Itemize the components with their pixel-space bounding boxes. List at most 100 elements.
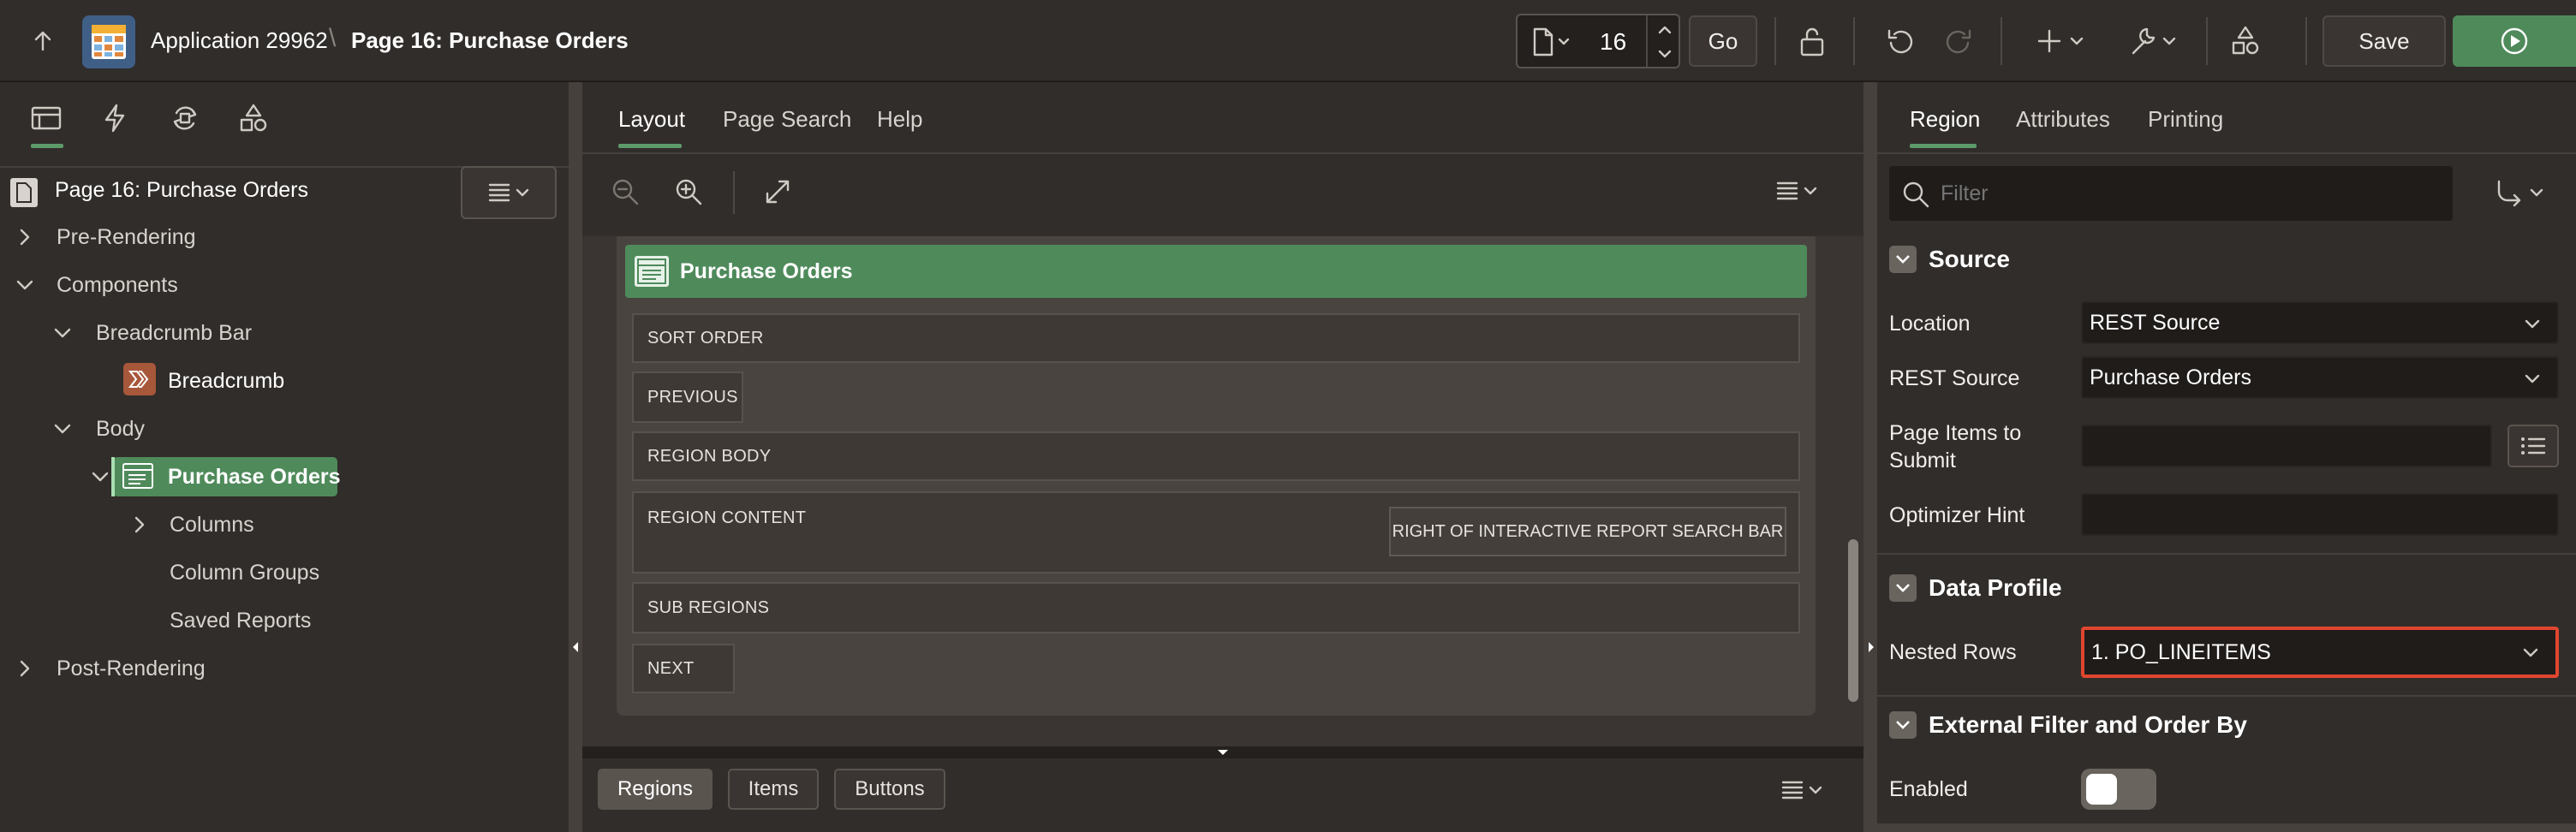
dynamic-actions-tab-icon[interactable] <box>99 103 130 134</box>
tree-node-components[interactable]: Components <box>0 264 569 306</box>
tree-page-title[interactable]: Page 16: Purchase Orders <box>55 178 308 203</box>
region-title: Purchase Orders <box>680 259 853 283</box>
tab-region[interactable]: Region <box>1910 106 1980 133</box>
tree-label: Saved Reports <box>170 608 312 633</box>
search-icon <box>1903 181 1929 208</box>
page-decrement-icon[interactable] <box>1655 46 1675 62</box>
play-icon <box>2501 27 2528 55</box>
slot-label: SORT ORDER <box>647 328 764 348</box>
undo-icon[interactable] <box>1877 19 1922 63</box>
region-purchase-orders-header[interactable]: Purchase Orders <box>625 245 1807 298</box>
tree-node-post-rendering[interactable]: Post-Rendering <box>0 647 569 690</box>
slot-label: REGION CONTENT <box>647 508 807 527</box>
application-name-link[interactable]: Application 29962 <box>151 27 328 54</box>
gallery-tab-regions[interactable]: Regions <box>598 769 713 810</box>
list-picker-button[interactable] <box>2507 425 2559 467</box>
breadcrumb-region-icon <box>123 363 156 395</box>
rendering-tab-icon[interactable] <box>29 103 63 134</box>
rest-source-select[interactable]: Purchase Orders <box>2081 356 2559 399</box>
enabled-toggle[interactable] <box>2081 769 2156 810</box>
tab-attributes[interactable]: Attributes <box>2016 106 2110 133</box>
run-page-button[interactable] <box>2453 15 2576 67</box>
right-pane-splitter[interactable] <box>1863 82 1877 832</box>
section-source-header[interactable]: Source <box>1889 243 2010 276</box>
tree-node-purchase-orders[interactable]: Purchase Orders <box>0 455 569 498</box>
slot-next[interactable]: NEXT <box>632 644 735 693</box>
slot-sub-regions[interactable]: SUB REGIONS <box>632 582 1800 633</box>
utilities-wrench-icon[interactable] <box>2124 19 2185 63</box>
hamburger-menu-icon <box>488 183 529 202</box>
application-icon[interactable] <box>82 15 135 68</box>
page-items-to-submit-input[interactable] <box>2081 425 2492 467</box>
shared-components-icon[interactable] <box>2223 19 2268 63</box>
create-menu-icon[interactable] <box>2031 19 2093 63</box>
tree-node-saved-reports[interactable]: Saved Reports <box>0 599 569 642</box>
expand-icon[interactable] <box>762 176 793 207</box>
slot-right-of-ir-search-bar[interactable]: RIGHT OF INTERACTIVE REPORT SEARCH BAR <box>1389 507 1786 556</box>
tree-label: Post-Rendering <box>57 656 206 680</box>
lock-page-icon[interactable] <box>1790 19 1834 63</box>
property-filter <box>1889 166 2453 221</box>
page-icon[interactable] <box>1530 27 1571 56</box>
slot-previous[interactable]: PREVIOUS <box>632 371 743 423</box>
zoom-out-icon[interactable] <box>610 176 641 207</box>
section-data-profile-header[interactable]: Data Profile <box>1889 572 2062 604</box>
save-button[interactable]: Save <box>2323 15 2446 67</box>
gallery-menu-icon[interactable] <box>1776 777 1828 803</box>
left-pane-splitter[interactable] <box>569 82 582 832</box>
tree-node-breadcrumb[interactable]: Breadcrumb <box>0 360 569 402</box>
collapse-icon <box>1889 711 1917 739</box>
tab-page-search[interactable]: Page Search <box>723 106 851 133</box>
gallery-tab-items[interactable]: Items <box>728 769 819 810</box>
tree-node-breadcrumb-bar[interactable]: Breadcrumb Bar <box>0 312 569 354</box>
page-number-input[interactable]: 16 <box>1600 28 1626 56</box>
collapse-icon <box>1889 574 1917 602</box>
navigate-up-icon[interactable] <box>21 19 65 63</box>
collapse-right-icon <box>1869 642 1874 652</box>
list-icon <box>2521 437 2546 455</box>
go-button[interactable]: Go <box>1689 15 1757 67</box>
section-title: External Filter and Order By <box>1929 711 2247 738</box>
nested-rows-select[interactable]: 1. PO_LINEITEMS <box>2081 627 2559 678</box>
processing-tab-icon[interactable] <box>168 103 202 134</box>
optimizer-hint-input[interactable] <box>2081 493 2559 536</box>
section-external-filter-header[interactable]: External Filter and Order By <box>1889 709 2247 741</box>
layout-scrollbar-thumb[interactable] <box>1848 539 1858 702</box>
location-label: Location <box>1889 312 1971 336</box>
page-items-label-line2: Submit <box>1889 449 1956 472</box>
slot-sort-order[interactable]: SORT ORDER <box>632 313 1800 363</box>
tab-layout[interactable]: Layout <box>618 106 685 133</box>
enabled-label: Enabled <box>1889 777 1968 801</box>
tree-node-body[interactable]: Body <box>0 407 569 450</box>
tree-node-column-groups[interactable]: Column Groups <box>0 551 569 594</box>
tree-label: Breadcrumb Bar <box>96 320 253 345</box>
slot-label: PREVIOUS <box>647 387 738 407</box>
page-increment-icon[interactable] <box>1655 22 1675 38</box>
top-toolbar: Application 29962 \ Page 16: Purchase Or… <box>0 0 2576 82</box>
tree-label: Columns <box>170 512 254 537</box>
slot-label: SUB REGIONS <box>647 597 770 617</box>
interactive-report-icon <box>122 462 154 490</box>
redo-icon <box>1937 19 1982 63</box>
layout-menu-icon[interactable] <box>1771 178 1822 204</box>
slot-region-body[interactable]: REGION BODY <box>632 431 1800 481</box>
nested-rows-label: Nested Rows <box>1889 640 2017 664</box>
rest-source-label: REST Source <box>1889 366 2020 390</box>
tab-printing[interactable]: Printing <box>2148 106 2223 133</box>
tree-menu-button[interactable] <box>461 166 557 219</box>
gallery-splitter[interactable] <box>582 746 1863 758</box>
filter-input[interactable] <box>1941 176 2437 211</box>
slot-label: NEXT <box>647 658 695 678</box>
tab-help[interactable]: Help <box>877 106 922 133</box>
chevron-down-icon <box>54 328 71 338</box>
go-to-group-icon[interactable] <box>2492 176 2552 211</box>
collapse-left-icon <box>573 642 578 652</box>
gallery-tab-buttons[interactable]: Buttons <box>834 769 945 810</box>
location-select[interactable]: REST Source <box>2081 301 2559 344</box>
tree-node-pre-rendering[interactable]: Pre-Rendering <box>0 216 569 259</box>
tree-node-columns[interactable]: Columns <box>0 503 569 546</box>
zoom-in-icon[interactable] <box>673 176 704 207</box>
rest-source-value: Purchase Orders <box>2090 365 2251 389</box>
chevron-down-icon <box>16 280 33 290</box>
shared-components-tab-icon[interactable] <box>236 103 271 134</box>
